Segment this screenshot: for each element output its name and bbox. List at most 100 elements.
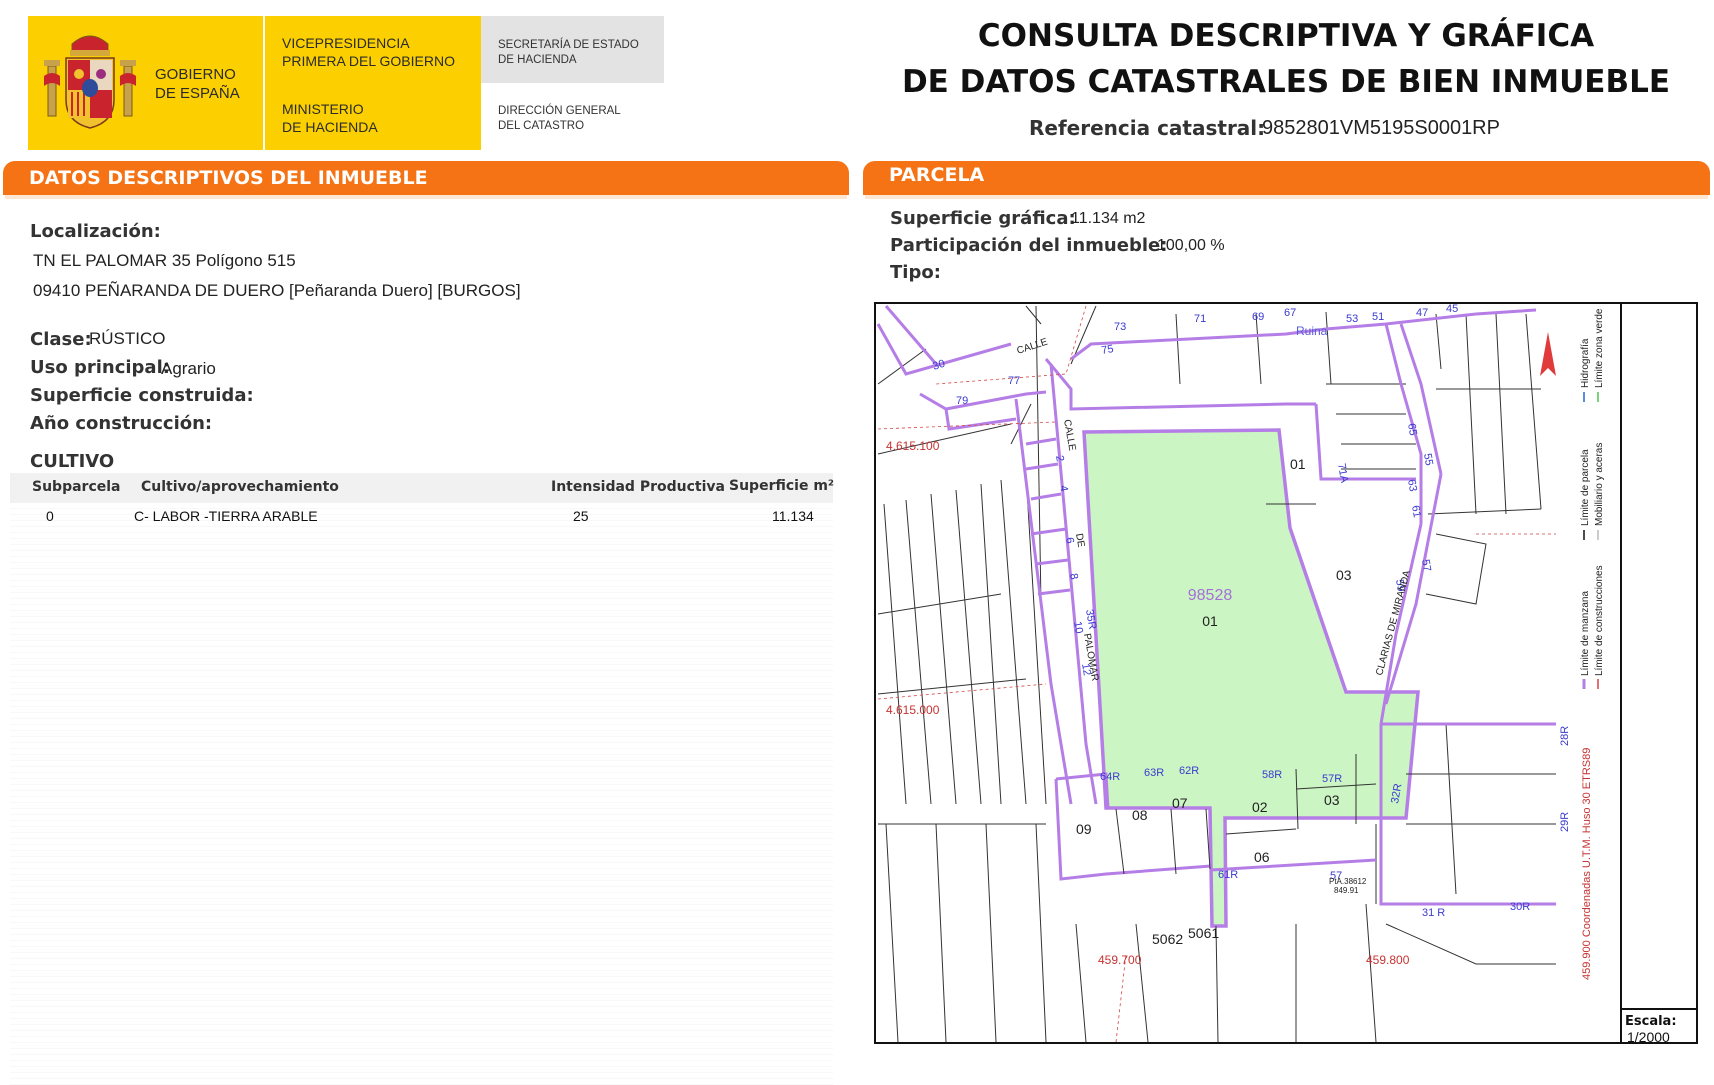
legend-mobiliario: Mobiliario y aceras: [1594, 443, 1605, 526]
col-intensidad: Intensidad Productiva: [551, 479, 725, 495]
map-label-calle2: CALLE: [1061, 419, 1077, 452]
map-label-clarias: CLARIAS DE MIRANDA: [1374, 569, 1413, 677]
map-label-n55: 55: [1421, 452, 1435, 466]
secretaria-line1: SECRETARÍA DE ESTADO: [498, 39, 639, 51]
ministry-line2: DE HACIENDA: [282, 119, 378, 135]
tipo-label: Tipo:: [890, 262, 941, 283]
north-arrow-icon: [1540, 332, 1556, 376]
parcela-bar: PARCELA: [863, 161, 1710, 195]
map-label-s02: 02: [1252, 799, 1268, 815]
direccion-line2: DEL CATASTRO: [498, 120, 585, 132]
map-label-n77: 77: [1008, 375, 1020, 387]
gov-name-line1: GOBIERNO: [155, 66, 236, 83]
parcela-title: PARCELA: [889, 164, 985, 186]
map-label-n62r: 62R: [1179, 765, 1199, 777]
map-label-n35r: 35R: [1083, 608, 1098, 630]
row-subparcela: 0: [46, 508, 54, 524]
superficie-grafica-label: Superficie gráfica:: [890, 208, 1076, 229]
map-label-n63r: 63R: [1144, 767, 1164, 779]
parcel-98528-shape: [1082, 428, 1420, 928]
scale-divider: [1620, 1008, 1696, 1010]
map-label-n53: 53: [1346, 313, 1358, 325]
map-label-n71: 71: [1194, 313, 1206, 325]
vice-line1: VICEPRESIDENCIA: [282, 35, 410, 51]
coord-y2: 4.615.000: [886, 703, 940, 717]
legend-parcela: Límite de parcela: [1580, 449, 1591, 526]
map-label-n65: 65: [1405, 422, 1419, 436]
map-label-s71a: 71A: [1335, 462, 1350, 484]
map-label-n61r: 61R: [1218, 869, 1238, 881]
col-cultivo: Cultivo/aprovechamiento: [141, 479, 339, 495]
map-label-n2: 2: [1053, 454, 1066, 462]
map-label-n75: 75: [1100, 343, 1114, 357]
cultivo-table: [10, 473, 833, 1085]
ref-catastral-label: Referencia catastral:: [1029, 116, 1266, 140]
scale-label: Escala:: [1625, 1014, 1677, 1029]
map-label-n30r: 30R: [1510, 901, 1530, 913]
map-label-s03: 03: [1336, 567, 1352, 583]
map-label-n63: 63: [1405, 478, 1419, 492]
map-label-p5061: 5061: [1188, 925, 1219, 941]
map-label-n61: 61: [1409, 504, 1423, 518]
map-label-s08: 08: [1132, 807, 1148, 823]
secretaria-line2: DE HACIENDA: [498, 54, 577, 66]
parcel-sub-label: 01: [1202, 613, 1218, 629]
legend-divider: [1620, 304, 1622, 1042]
gov-name-line2: DE ESPAÑA: [155, 85, 240, 102]
col-subparcela: Subparcela: [32, 479, 121, 495]
clase-value: RÚSTICO: [89, 329, 166, 348]
map-label-s01: 01: [1290, 456, 1306, 472]
logo-divider: [263, 16, 265, 150]
scale-value: 1/2000: [1627, 1029, 1670, 1045]
legend-coords-note: 459.900 Coordenadas U.T.M. Huso 30 ETRS8…: [1581, 748, 1593, 980]
map-label-s06: 06: [1254, 849, 1270, 865]
map-label-n57r: 57R: [1322, 773, 1342, 785]
map-legend: Límite de manzana Límite de construccion…: [1580, 308, 1605, 980]
localizacion-label: Localización:: [30, 221, 161, 242]
map-label-n29r: 29R: [1559, 812, 1571, 832]
row-intensidad: 25: [573, 508, 589, 524]
superficie-grafica-value: 11.134 m2: [1071, 210, 1146, 227]
map-label-n8: 8: [1067, 572, 1080, 580]
legend-hidrografia: Hidrografía: [1580, 338, 1591, 388]
map-label-pto2: 849.91: [1334, 886, 1359, 895]
map-label-n57: 57: [1419, 558, 1433, 572]
uso-value: Agrario: [161, 359, 216, 378]
participacion-label: Participación del inmueble:: [890, 235, 1168, 256]
map-label-n64r: 64R: [1100, 771, 1120, 783]
map-drawing: 73 71 69 67Ruina 53 51 47 45 30 CALLE 75 79 77 CALLE 2…: [876, 304, 1605, 1042]
vice-line2: PRIMERA DEL GOBIERNO: [282, 53, 455, 69]
coord-x2: 459.800: [1366, 953, 1410, 967]
map-label-n58r: 58R: [1262, 769, 1282, 781]
map-label-ruina: Ruina: [1296, 324, 1328, 338]
map-label-calle1: CALLE: [1016, 336, 1050, 356]
ministry-line1: MINISTERIO: [282, 101, 364, 117]
map-label-n30: 30: [931, 358, 946, 373]
map-label-s07: 07: [1172, 795, 1188, 811]
datos-descriptivos-bar: DATOS DESCRIPTIVOS DEL INMUEBLE: [3, 161, 849, 195]
coat-of-arms-icon: [44, 35, 136, 129]
col-superficie: Superficie m²: [729, 478, 835, 494]
anio-construccion-label: Año construcción:: [30, 413, 213, 434]
map-label-pto: PtA.38612: [1329, 877, 1367, 886]
uso-label: Uso principal:: [30, 357, 170, 378]
map-label-n28r: 28R: [1559, 726, 1571, 746]
map-label-n31r: 31 R: [1422, 907, 1445, 919]
legend-zona-verde: Límite zona verde: [1594, 308, 1605, 388]
map-label-n73: 73: [1114, 321, 1126, 333]
legend-manzana: Límite de manzana: [1580, 591, 1591, 676]
parcel-id-label: 98528: [1188, 587, 1233, 604]
datos-descriptivos-title: DATOS DESCRIPTIVOS DEL INMUEBLE: [29, 167, 428, 189]
map-label-n51: 51: [1372, 311, 1384, 323]
map-label-n6: 6: [1063, 536, 1076, 544]
map-label-n47: 47: [1416, 307, 1428, 319]
page-title-line1: CONSULTA DESCRIPTIVA Y GRÁFICA: [977, 18, 1595, 54]
page-title-line2: DE DATOS CATASTRALES DE BIEN INMUEBLE: [901, 64, 1671, 100]
participacion-value: 100,00 %: [1157, 237, 1225, 254]
legend-construcciones: Límite de construcciones: [1594, 565, 1605, 676]
coord-y1: 4.615.100: [886, 439, 940, 453]
map-label-p5062: 5062: [1152, 931, 1183, 947]
row-cultivo: C- LABOR -TIERRA ARABLE: [134, 508, 318, 524]
address-line1: TN EL PALOMAR 35 Polígono 515: [33, 251, 296, 270]
map-label-n67: 67: [1284, 307, 1296, 319]
